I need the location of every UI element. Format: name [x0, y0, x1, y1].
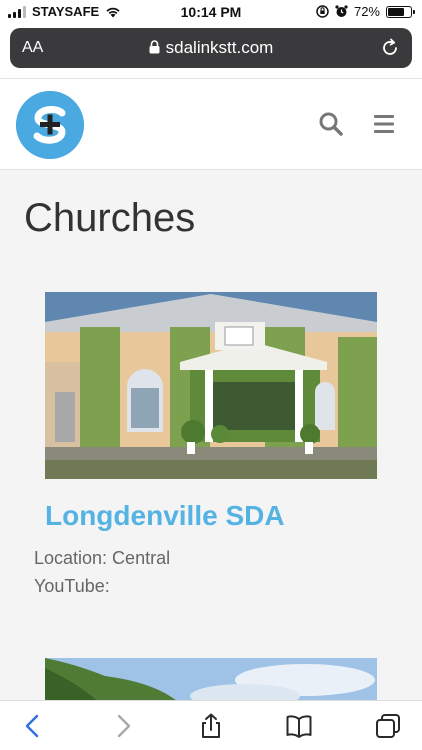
- church-youtube: YouTube:: [34, 576, 110, 596]
- tabs-icon[interactable]: [375, 713, 401, 739]
- url-display[interactable]: sdalinkstt.com: [10, 38, 412, 58]
- forward-chevron-icon[interactable]: [110, 713, 136, 739]
- search-icon[interactable]: [318, 111, 344, 137]
- reload-icon[interactable]: [380, 38, 400, 58]
- site-header: [0, 78, 422, 170]
- battery-icon: [386, 5, 415, 18]
- church-photo[interactable]: [45, 292, 377, 479]
- status-right: 72%: [316, 4, 415, 19]
- url-text: sdalinkstt.com: [165, 38, 274, 57]
- lock-icon: [149, 40, 160, 54]
- back-chevron-icon[interactable]: [20, 713, 46, 739]
- orientation-lock-icon: [316, 5, 329, 18]
- church-name-link[interactable]: Longdenville SDA: [45, 500, 285, 532]
- page-title: Churches: [24, 196, 196, 240]
- alarm-icon: [335, 5, 348, 17]
- sdalinks-logo[interactable]: [16, 91, 84, 159]
- address-bar[interactable]: AA sdalinkstt.com: [10, 28, 412, 68]
- church-location: Location: Central: [34, 548, 171, 568]
- share-icon[interactable]: [198, 713, 224, 739]
- browser-address-area: AA sdalinkstt.com: [0, 26, 422, 78]
- browser-toolbar: [0, 700, 422, 750]
- battery-percent: 72%: [353, 4, 380, 19]
- status-bar: STAYSAFE 10:14 PM 72%: [0, 0, 422, 26]
- hamburger-menu-icon[interactable]: [372, 113, 396, 135]
- bookmarks-icon[interactable]: [286, 713, 312, 739]
